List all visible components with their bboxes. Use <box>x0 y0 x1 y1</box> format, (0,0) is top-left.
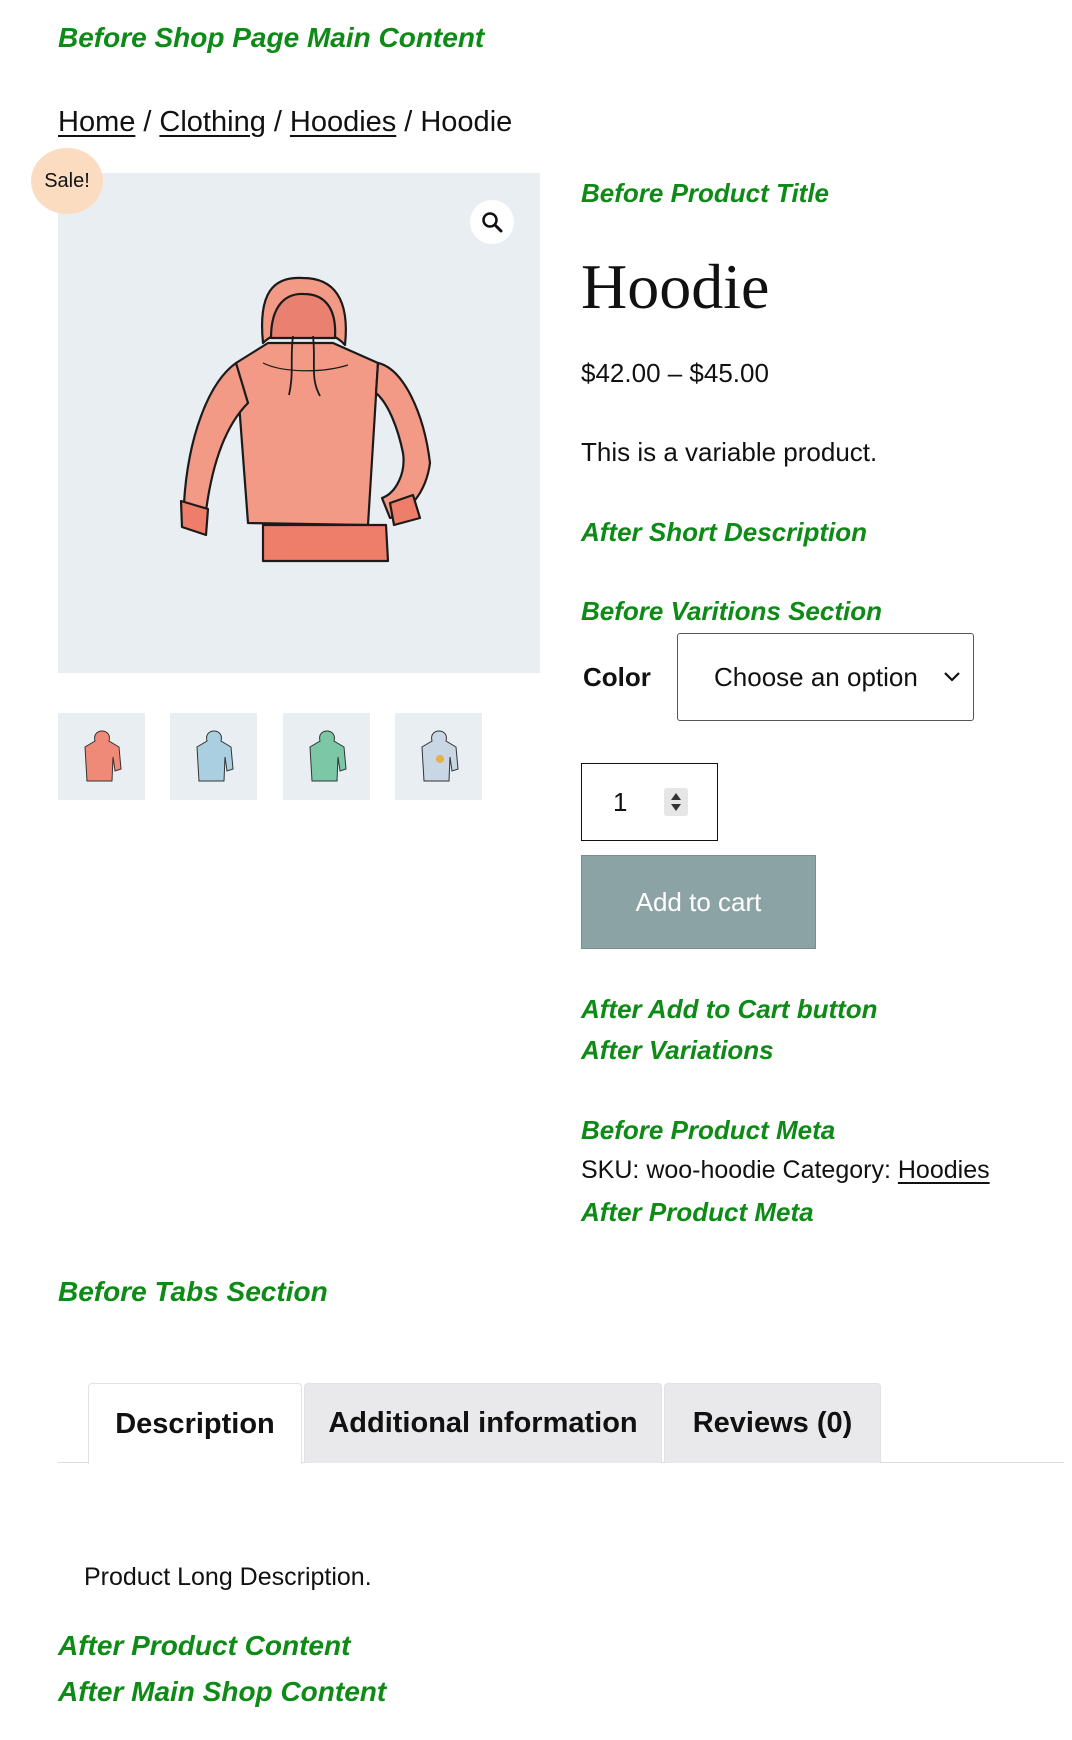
hook-after-short-description: After Short Description <box>581 517 868 547</box>
hook-after-product-content: After Product Content <box>58 1630 351 1661</box>
breadcrumb-separator: / <box>143 106 152 138</box>
breadcrumb-clothing-link[interactable]: Clothing <box>159 106 265 138</box>
chevron-down-icon <box>944 672 960 682</box>
hook-before-tabs: Before Tabs Section <box>58 1276 328 1307</box>
breadcrumb-hoodies-link[interactable]: Hoodies <box>290 106 396 138</box>
sku-label: SKU: <box>581 1156 640 1184</box>
quantity-stepper-icon[interactable] <box>664 788 688 816</box>
add-to-cart-button[interactable]: Add to cart <box>581 855 816 949</box>
hoodie-thumbnail-image <box>195 729 234 781</box>
sku-value: woo-hoodie <box>646 1156 776 1184</box>
category-link[interactable]: Hoodies <box>898 1156 990 1184</box>
product-price: $42.00 – $45.00 <box>581 358 769 388</box>
tab-reviews[interactable]: Reviews (0) <box>664 1383 881 1463</box>
breadcrumb-current: Hoodie <box>420 106 513 138</box>
hook-after-variations: After Variations <box>581 1035 774 1065</box>
breadcrumb-separator: / <box>404 106 413 138</box>
hook-after-add-to-cart: After Add to Cart button <box>581 994 878 1024</box>
product-long-description: Product Long Description. <box>84 1563 372 1591</box>
quantity-input[interactable]: 1 <box>581 763 718 841</box>
product-meta: SKU: woo-hoodie Category: Hoodies <box>581 1156 990 1185</box>
hoodie-thumbnail-image <box>308 729 347 781</box>
quantity-value: 1 <box>613 786 628 817</box>
breadcrumb: Home / Clothing / Hoodies / Hoodie <box>58 106 512 139</box>
hook-before-main: Before Shop Page Main Content <box>58 22 485 53</box>
hoodie-thumbnail-image <box>83 729 122 781</box>
magnifier-icon <box>482 212 503 233</box>
color-select-value: Choose an option <box>714 661 918 692</box>
hoodie-thumbnail-image <box>420 729 459 781</box>
hoodie-image <box>179 276 432 563</box>
color-select[interactable]: Choose an option <box>677 633 974 721</box>
hook-before-title: Before Product Title <box>581 178 830 208</box>
thumbnail-blue-hoodie[interactable] <box>170 713 257 800</box>
hook-before-product-meta: Before Product Meta <box>581 1115 836 1145</box>
hook-before-variations: Before Varitions Section <box>581 596 882 626</box>
thumbnail-green-hoodie[interactable] <box>283 713 370 800</box>
tab-description[interactable]: Description <box>88 1383 302 1464</box>
product-title: Hoodie <box>581 251 770 322</box>
thumbnail-pink-hoodie[interactable] <box>58 713 145 800</box>
product-short-description: This is a variable product. <box>581 437 878 467</box>
product-main-image[interactable] <box>58 173 540 673</box>
sale-badge: Sale! <box>31 148 103 214</box>
breadcrumb-separator: / <box>273 106 282 138</box>
thumbnail-logo-hoodie[interactable] <box>395 713 482 800</box>
zoom-button[interactable] <box>470 200 514 244</box>
hook-after-product-meta: After Product Meta <box>581 1197 814 1227</box>
hook-after-main-content: After Main Shop Content <box>58 1676 387 1707</box>
category-label: Category: <box>782 1156 891 1184</box>
breadcrumb-home-link[interactable]: Home <box>58 106 135 138</box>
tab-additional-information[interactable]: Additional information <box>304 1383 662 1463</box>
color-label: Color <box>583 662 651 692</box>
